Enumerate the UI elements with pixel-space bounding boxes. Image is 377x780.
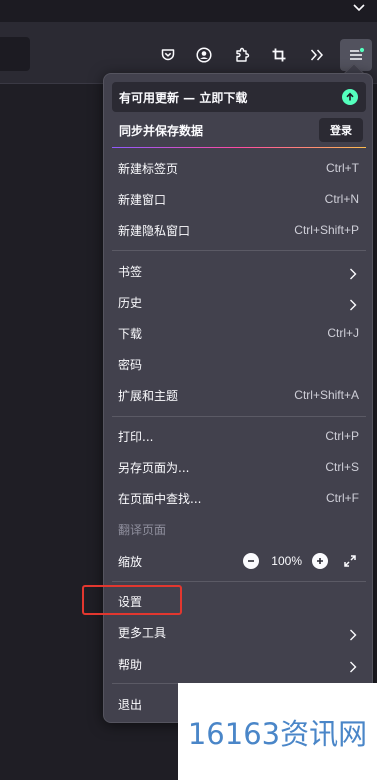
sync-gradient-divider (112, 147, 366, 148)
menu-separator (112, 250, 366, 251)
overflow-chevron-icon[interactable] (301, 39, 333, 71)
zoom-controls: 100% (243, 552, 358, 570)
menu-item-print[interactable]: 打印... Ctrl+P (104, 421, 372, 451)
chevron-right-icon (349, 296, 357, 315)
menu-item-addons-themes[interactable]: 扩展和主题 Ctrl+Shift+A (104, 380, 372, 410)
tab-strip (0, 0, 377, 22)
pocket-icon[interactable] (152, 39, 184, 71)
menu-item-help[interactable]: 帮助 (104, 649, 372, 679)
menu-item-label: 更多工具 (118, 625, 167, 640)
menu-item-new-window[interactable]: 新建窗口 Ctrl+N (104, 184, 372, 214)
menu-item-translate-page: 翻译页面 (104, 514, 372, 544)
menu-item-zoom: 缩放 100% (104, 546, 372, 576)
menu-item-label: 在页面中查找... (118, 491, 202, 506)
chevron-right-icon (349, 658, 357, 677)
update-banner-label: 有可用更新 — 立即下载 (119, 90, 248, 105)
menu-item-label: 打印... (118, 429, 154, 444)
menu-item-shortcut: Ctrl+N (324, 192, 359, 206)
menu-item-history[interactable]: 历史 (104, 287, 372, 317)
menu-item-downloads[interactable]: 下载 Ctrl+J (104, 318, 372, 348)
menu-item-passwords[interactable]: 密码 (104, 349, 372, 379)
menu-separator (112, 581, 366, 582)
menu-item-new-private-window[interactable]: 新建隐私窗口 Ctrl+Shift+P (104, 215, 372, 245)
menu-separator (112, 416, 366, 417)
settings-highlight-box (82, 585, 182, 615)
menu-item-label: 密码 (118, 357, 143, 372)
menu-item-label: 帮助 (118, 657, 143, 672)
menu-item-label: 缩放 (118, 554, 143, 569)
chevron-right-icon (349, 265, 357, 284)
update-available-banner[interactable]: 有可用更新 — 立即下载 (112, 82, 366, 112)
menu-item-label: 新建隐私窗口 (118, 223, 191, 238)
extensions-icon[interactable] (226, 39, 258, 71)
menu-item-label: 新建标签页 (118, 161, 179, 176)
menu-item-shortcut: Ctrl+S (325, 460, 359, 474)
menu-item-label: 另存页面为... (118, 460, 190, 475)
screenshot-icon[interactable] (263, 39, 295, 71)
menu-item-save-page[interactable]: 另存页面为... Ctrl+S (104, 452, 372, 482)
menu-item-shortcut: Ctrl+P (325, 429, 359, 443)
menu-item-more-tools[interactable]: 更多工具 (104, 617, 372, 647)
menu-item-label: 新建窗口 (118, 192, 167, 207)
watermark-text: 16163资讯网 (187, 716, 368, 751)
chevron-right-icon (349, 626, 357, 645)
menu-item-label: 书签 (118, 264, 143, 279)
menu-item-bookmarks[interactable]: 书签 (104, 256, 372, 286)
sync-label: 同步并保存数据 (119, 123, 204, 138)
menu-item-shortcut: Ctrl+J (327, 326, 359, 340)
zoom-level-value[interactable]: 100% (271, 554, 302, 568)
app-menu-panel: 有可用更新 — 立即下载 同步并保存数据 登录 新建标签页 Ctrl+T 新建窗… (103, 73, 373, 723)
menu-item-label: 历史 (118, 295, 143, 310)
update-arrow-icon (342, 89, 358, 105)
menu-item-label: 下载 (118, 326, 143, 341)
menu-item-label: 扩展和主题 (118, 388, 179, 403)
list-all-tabs-chevron-icon[interactable] (349, 0, 369, 16)
watermark: 16163资讯网 (178, 683, 377, 780)
menu-item-label: 退出 (118, 697, 143, 712)
menu-item-shortcut: Ctrl+F (326, 491, 359, 505)
account-icon[interactable] (188, 39, 220, 71)
menu-item-shortcut: Ctrl+T (326, 161, 359, 175)
url-bar[interactable] (0, 37, 30, 71)
menu-item-find-in-page[interactable]: 在页面中查找... Ctrl+F (104, 483, 372, 513)
signin-button[interactable]: 登录 (319, 118, 363, 142)
menu-item-shortcut: Ctrl+Shift+P (294, 223, 359, 237)
menu-item-shortcut: Ctrl+Shift+A (294, 388, 359, 402)
sync-row: 同步并保存数据 登录 (112, 116, 366, 144)
zoom-out-button[interactable] (243, 553, 260, 569)
menu-item-new-tab[interactable]: 新建标签页 Ctrl+T (104, 153, 372, 183)
fullscreen-icon[interactable] (342, 553, 358, 569)
menu-item-label: 翻译页面 (118, 522, 167, 537)
zoom-in-button[interactable] (312, 553, 328, 569)
